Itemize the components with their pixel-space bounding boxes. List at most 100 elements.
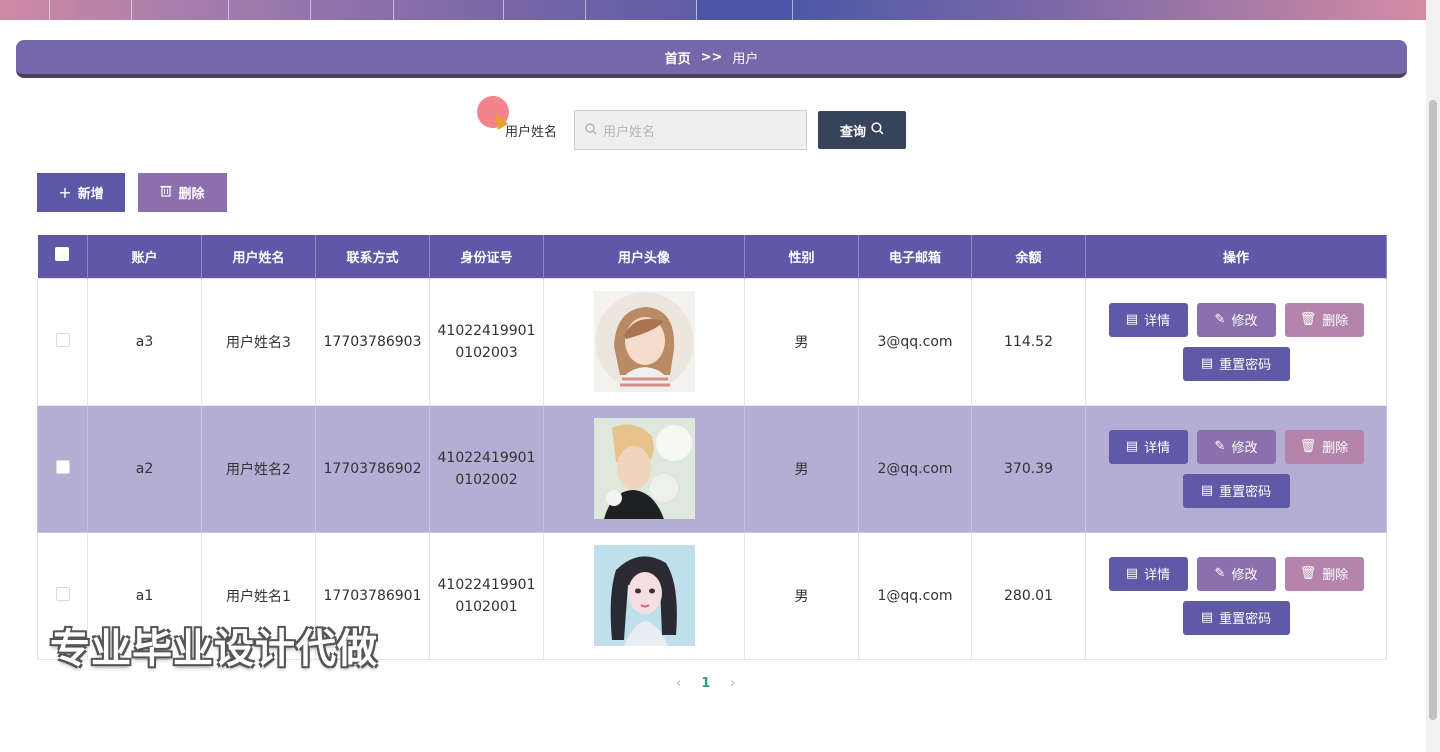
row-delete-button[interactable]: 🗑 删除 [1284, 429, 1364, 464]
page-scrollbar[interactable] [1426, 0, 1440, 752]
nav-item[interactable] [311, 0, 394, 20]
name-cell: 用户姓名2 [201, 404, 316, 533]
avatar-cell [543, 404, 745, 533]
idcard-cell: 41022419901 0102002 [429, 404, 544, 533]
add-button-label: 新增 [77, 187, 104, 202]
search-icon [871, 121, 884, 139]
email-cell: 2@qq.com [858, 404, 972, 533]
gender-cell: 男 [744, 531, 859, 660]
nav-item[interactable] [50, 0, 132, 20]
table-row: a2 用户姓名2 17703786902 41022419901 0102002 … [37, 404, 1387, 533]
reset-label: 重置密码 [1219, 612, 1272, 627]
row-checkbox[interactable] [55, 332, 70, 347]
detail-button[interactable]: ▤ 详情 [1108, 302, 1188, 337]
document-icon: ▤ [1200, 610, 1214, 625]
avatar-image[interactable] [593, 418, 695, 519]
reset-password-button[interactable]: ▤ 重置密码 [1182, 473, 1290, 508]
row-delete-button[interactable]: 🗑 删除 [1284, 556, 1364, 591]
select-all-checkbox[interactable] [55, 247, 70, 262]
detail-label: 详情 [1144, 568, 1171, 583]
header-cell: 性别 [744, 235, 859, 278]
reset-label: 重置密码 [1219, 485, 1272, 500]
table-header-row: 账户 用户姓名 联系方式 身份证号 用户头像 性别 电子邮箱 余额 操作 [37, 235, 1387, 278]
edit-button[interactable]: ✎ 修改 [1196, 556, 1276, 591]
breadcrumb-current: 用户 [732, 51, 759, 67]
trash-icon [160, 184, 172, 201]
detail-label: 详情 [1144, 441, 1171, 456]
row-checkbox[interactable] [55, 459, 70, 474]
search-icon [585, 122, 597, 138]
idcard-line: 41022419901 [437, 449, 536, 466]
name-cell: 用户姓名3 [201, 277, 316, 406]
phone-cell: 17703786902 [315, 404, 430, 533]
header-cell: 电子邮箱 [858, 235, 972, 278]
nav-item[interactable] [132, 0, 229, 20]
document-icon: ▤ [1125, 439, 1139, 454]
phone-cell: 17703786903 [315, 277, 430, 406]
document-icon: ▤ [1200, 483, 1214, 498]
header-cell: 操作 [1085, 235, 1387, 278]
header-cell: 身份证号 [429, 235, 544, 278]
nav-item[interactable] [394, 0, 504, 20]
next-page-button[interactable]: › [730, 676, 735, 691]
nav-item[interactable] [0, 0, 50, 20]
delete-button[interactable]: 删除 [138, 173, 227, 212]
nav-item[interactable] [229, 0, 311, 20]
nav-item[interactable] [586, 0, 697, 20]
header-select-all[interactable] [37, 235, 88, 278]
query-button[interactable]: 查询 [818, 111, 906, 149]
scrollbar-thumb[interactable] [1429, 100, 1437, 720]
reset-label: 重置密码 [1219, 358, 1272, 373]
page-number-current[interactable]: 1 [701, 676, 710, 691]
plus-icon: + [58, 183, 72, 202]
row-delete-label: 删除 [1322, 568, 1349, 583]
ops-cell: ▤ 详情 ✎ 修改 🗑 删除 ▤ 重置密码 [1085, 404, 1387, 533]
header-cell: 用户头像 [543, 235, 745, 278]
idcard-line: 0102003 [455, 344, 518, 361]
edit-button[interactable]: ✎ 修改 [1196, 429, 1276, 464]
detail-label: 详情 [1144, 314, 1171, 329]
avatar-image[interactable] [593, 291, 695, 392]
document-icon: ▤ [1125, 312, 1139, 327]
row-delete-button[interactable]: 🗑 删除 [1284, 302, 1364, 337]
ops-cell: ▤ 详情 ✎ 修改 🗑 删除 ▤ 重置密码 [1085, 277, 1387, 406]
pencil-icon: ✎ [1214, 312, 1226, 327]
header-cell: 用户姓名 [201, 235, 316, 278]
balance-cell: 114.52 [971, 277, 1086, 406]
header-cell: 余额 [971, 235, 1086, 278]
trash-icon: 🗑 [1299, 439, 1317, 454]
search-input[interactable]: 用户姓名 [574, 110, 807, 150]
idcard-line: 41022419901 [437, 576, 536, 593]
trash-icon: 🗑 [1299, 312, 1317, 327]
table-row: a3 用户姓名3 17703786903 41022419901 0102003 … [37, 277, 1387, 406]
user-table: 账户 用户姓名 联系方式 身份证号 用户头像 性别 电子邮箱 余额 操作 a3 … [37, 235, 1387, 660]
ops-cell: ▤ 详情 ✎ 修改 🗑 删除 ▤ 重置密码 [1085, 531, 1387, 660]
gender-cell: 男 [744, 277, 859, 406]
reset-password-button[interactable]: ▤ 重置密码 [1182, 346, 1290, 381]
balance-cell: 280.01 [971, 531, 1086, 660]
nav-item[interactable] [504, 0, 586, 20]
idcard-cell: 41022419901 0102001 [429, 531, 544, 660]
row-checkbox[interactable] [55, 586, 70, 601]
pencil-icon: ✎ [1214, 566, 1226, 581]
breadcrumb-home[interactable]: 首页 [665, 48, 691, 67]
detail-button[interactable]: ▤ 详情 [1108, 429, 1188, 464]
pagination: ‹ 1 › [676, 676, 735, 691]
idcard-line: 0102002 [455, 471, 518, 488]
detail-button[interactable]: ▤ 详情 [1108, 556, 1188, 591]
balance-cell: 370.39 [971, 404, 1086, 533]
avatar-cell [543, 277, 745, 406]
email-cell: 3@qq.com [858, 277, 972, 406]
avatar-image[interactable] [593, 545, 695, 646]
account-cell: a2 [87, 404, 202, 533]
idcard-line: 0102001 [455, 598, 518, 615]
edit-button[interactable]: ✎ 修改 [1196, 302, 1276, 337]
prev-page-button[interactable]: ‹ [676, 676, 681, 691]
reset-password-button[interactable]: ▤ 重置密码 [1182, 600, 1290, 635]
trash-icon: 🗑 [1299, 566, 1317, 581]
add-button[interactable]: + 新增 [37, 173, 125, 212]
watermark-text: 专业毕业设计代做 [50, 626, 378, 672]
edit-label: 修改 [1231, 314, 1258, 329]
nav-item-active[interactable] [697, 0, 793, 20]
breadcrumb-separator: >> [700, 49, 723, 65]
